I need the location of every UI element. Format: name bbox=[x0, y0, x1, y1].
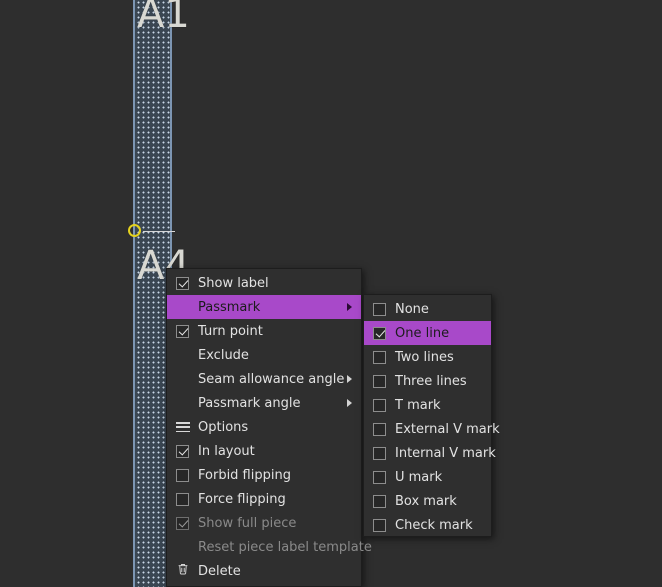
checkbox-unchecked-icon[interactable] bbox=[176, 492, 189, 506]
checkbox-unchecked-icon[interactable] bbox=[373, 494, 386, 508]
submenu-item-icon-slot bbox=[373, 326, 395, 340]
submenu-item-icon-slot bbox=[373, 494, 395, 508]
passmark-node-marker-icon[interactable] bbox=[128, 224, 141, 237]
menu-item-label: Force flipping bbox=[198, 491, 286, 507]
chevron-right-icon bbox=[347, 303, 352, 311]
checkbox-unchecked-icon[interactable] bbox=[373, 350, 386, 364]
submenu-item-label: T mark bbox=[395, 397, 441, 413]
checkbox-unchecked-icon[interactable] bbox=[373, 518, 386, 532]
menu-item-in-layout[interactable]: In layout bbox=[167, 439, 361, 463]
menu-item-label: Exclude bbox=[198, 347, 249, 363]
checkbox-checked-icon[interactable] bbox=[373, 326, 386, 340]
submenu-item-internal-v-mark[interactable]: Internal V mark bbox=[364, 441, 496, 465]
submenu-item-label: Box mark bbox=[395, 493, 457, 509]
submenu-item-two-lines[interactable]: Two lines bbox=[364, 345, 491, 369]
checkbox-unchecked-icon[interactable] bbox=[373, 422, 386, 436]
menu-item-force-flipping[interactable]: Force flipping bbox=[167, 487, 361, 511]
passmark-line-icon bbox=[143, 231, 175, 232]
checkbox-unchecked-icon[interactable] bbox=[373, 446, 386, 460]
checkbox-unchecked-icon[interactable] bbox=[373, 374, 386, 388]
checkbox-checked-icon[interactable] bbox=[176, 516, 189, 530]
menu-item-options[interactable]: Options bbox=[167, 415, 361, 439]
submenu-item-label: One line bbox=[395, 325, 450, 341]
chevron-right-icon bbox=[347, 375, 352, 383]
menu-item-label: Show label bbox=[198, 275, 269, 291]
menu-item-turn-point[interactable]: Turn point bbox=[167, 319, 361, 343]
menu-item-reset-piece-label-template: Reset piece label template bbox=[167, 535, 372, 559]
menu-item-label: Turn point bbox=[198, 323, 263, 339]
menu-item-icon-slot bbox=[176, 324, 198, 338]
hamburger-menu-icon bbox=[176, 422, 190, 432]
menu-item-label: Forbid flipping bbox=[198, 467, 291, 483]
menu-item-label: Passmark angle bbox=[198, 395, 301, 411]
menu-item-seam-allowance-angle[interactable]: Seam allowance angle bbox=[167, 367, 361, 391]
submenu-item-three-lines[interactable]: Three lines bbox=[364, 369, 491, 393]
menu-item-label: Options bbox=[198, 419, 249, 435]
submenu-item-icon-slot bbox=[373, 302, 395, 316]
menu-item-label: Show full piece bbox=[198, 515, 297, 531]
submenu-item-one-line[interactable]: One line bbox=[364, 321, 491, 345]
menu-item-icon-slot bbox=[176, 492, 198, 506]
submenu-item-icon-slot bbox=[373, 398, 395, 412]
menu-item-icon-slot bbox=[176, 444, 198, 458]
submenu-item-icon-slot bbox=[373, 446, 395, 460]
submenu-item-box-mark[interactable]: Box mark bbox=[364, 489, 491, 513]
checkbox-unchecked-icon[interactable] bbox=[373, 470, 386, 484]
chevron-right-icon bbox=[347, 399, 352, 407]
menu-item-icon-slot bbox=[176, 276, 198, 290]
menu-item-icon-slot bbox=[176, 468, 198, 482]
checkbox-checked-icon[interactable] bbox=[176, 276, 189, 290]
submenu-item-t-mark[interactable]: T mark bbox=[364, 393, 491, 417]
checkbox-unchecked-icon[interactable] bbox=[373, 398, 386, 412]
menu-item-icon-slot bbox=[176, 422, 198, 432]
submenu-item-icon-slot bbox=[373, 422, 395, 436]
submenu-item-icon-slot bbox=[373, 374, 395, 388]
passmark-submenu[interactable]: None One line Two lines Three lines T mark Ex… bbox=[363, 294, 500, 537]
submenu-item-none[interactable]: None bbox=[364, 297, 491, 321]
menu-item-exclude[interactable]: Exclude bbox=[167, 343, 361, 367]
submenu-item-u-mark[interactable]: U mark bbox=[364, 465, 491, 489]
submenu-item-label: Three lines bbox=[395, 373, 467, 389]
menu-item-label: Reset piece label template bbox=[198, 539, 372, 555]
menu-item-show-full-piece: Show full piece bbox=[167, 511, 361, 535]
submenu-item-icon-slot bbox=[373, 470, 395, 484]
submenu-item-icon-slot bbox=[373, 518, 395, 532]
submenu-item-icon-slot bbox=[373, 350, 395, 364]
menu-item-passmark-angle[interactable]: Passmark angle bbox=[167, 391, 361, 415]
submenu-item-check-mark[interactable]: Check mark bbox=[364, 513, 491, 537]
menu-item-label: In layout bbox=[198, 443, 255, 459]
submenu-item-label: Internal V mark bbox=[395, 445, 496, 461]
menu-item-label: Seam allowance angle bbox=[198, 371, 345, 387]
menu-item-icon-slot bbox=[176, 516, 198, 530]
menu-item-label: Delete bbox=[198, 563, 241, 579]
submenu-item-label: Check mark bbox=[395, 517, 473, 533]
submenu-item-label: Two lines bbox=[395, 349, 454, 365]
menu-item-icon-slot bbox=[176, 562, 198, 580]
menu-item-forbid-flipping[interactable]: Forbid flipping bbox=[167, 463, 361, 487]
menu-item-delete[interactable]: Delete bbox=[167, 559, 361, 583]
trash-icon bbox=[176, 562, 190, 580]
submenu-item-label: None bbox=[395, 301, 429, 317]
submenu-item-external-v-mark[interactable]: External V mark bbox=[364, 417, 500, 441]
application-window: A1 A4 Show label Passmark Turn point Exclud… bbox=[0, 0, 662, 587]
checkbox-checked-icon[interactable] bbox=[176, 324, 189, 338]
submenu-item-label: U mark bbox=[395, 469, 443, 485]
menu-item-show-label[interactable]: Show label bbox=[167, 271, 361, 295]
checkbox-unchecked-icon[interactable] bbox=[373, 302, 386, 316]
menu-item-passmark[interactable]: Passmark bbox=[167, 295, 361, 319]
submenu-item-label: External V mark bbox=[395, 421, 500, 437]
checkbox-unchecked-icon[interactable] bbox=[176, 468, 189, 482]
checkbox-checked-icon[interactable] bbox=[176, 444, 189, 458]
menu-item-label: Passmark bbox=[198, 299, 261, 315]
piece-context-menu[interactable]: Show label Passmark Turn point Exclude Seam … bbox=[166, 268, 372, 587]
piece-label-a1: A1 bbox=[137, 0, 190, 37]
